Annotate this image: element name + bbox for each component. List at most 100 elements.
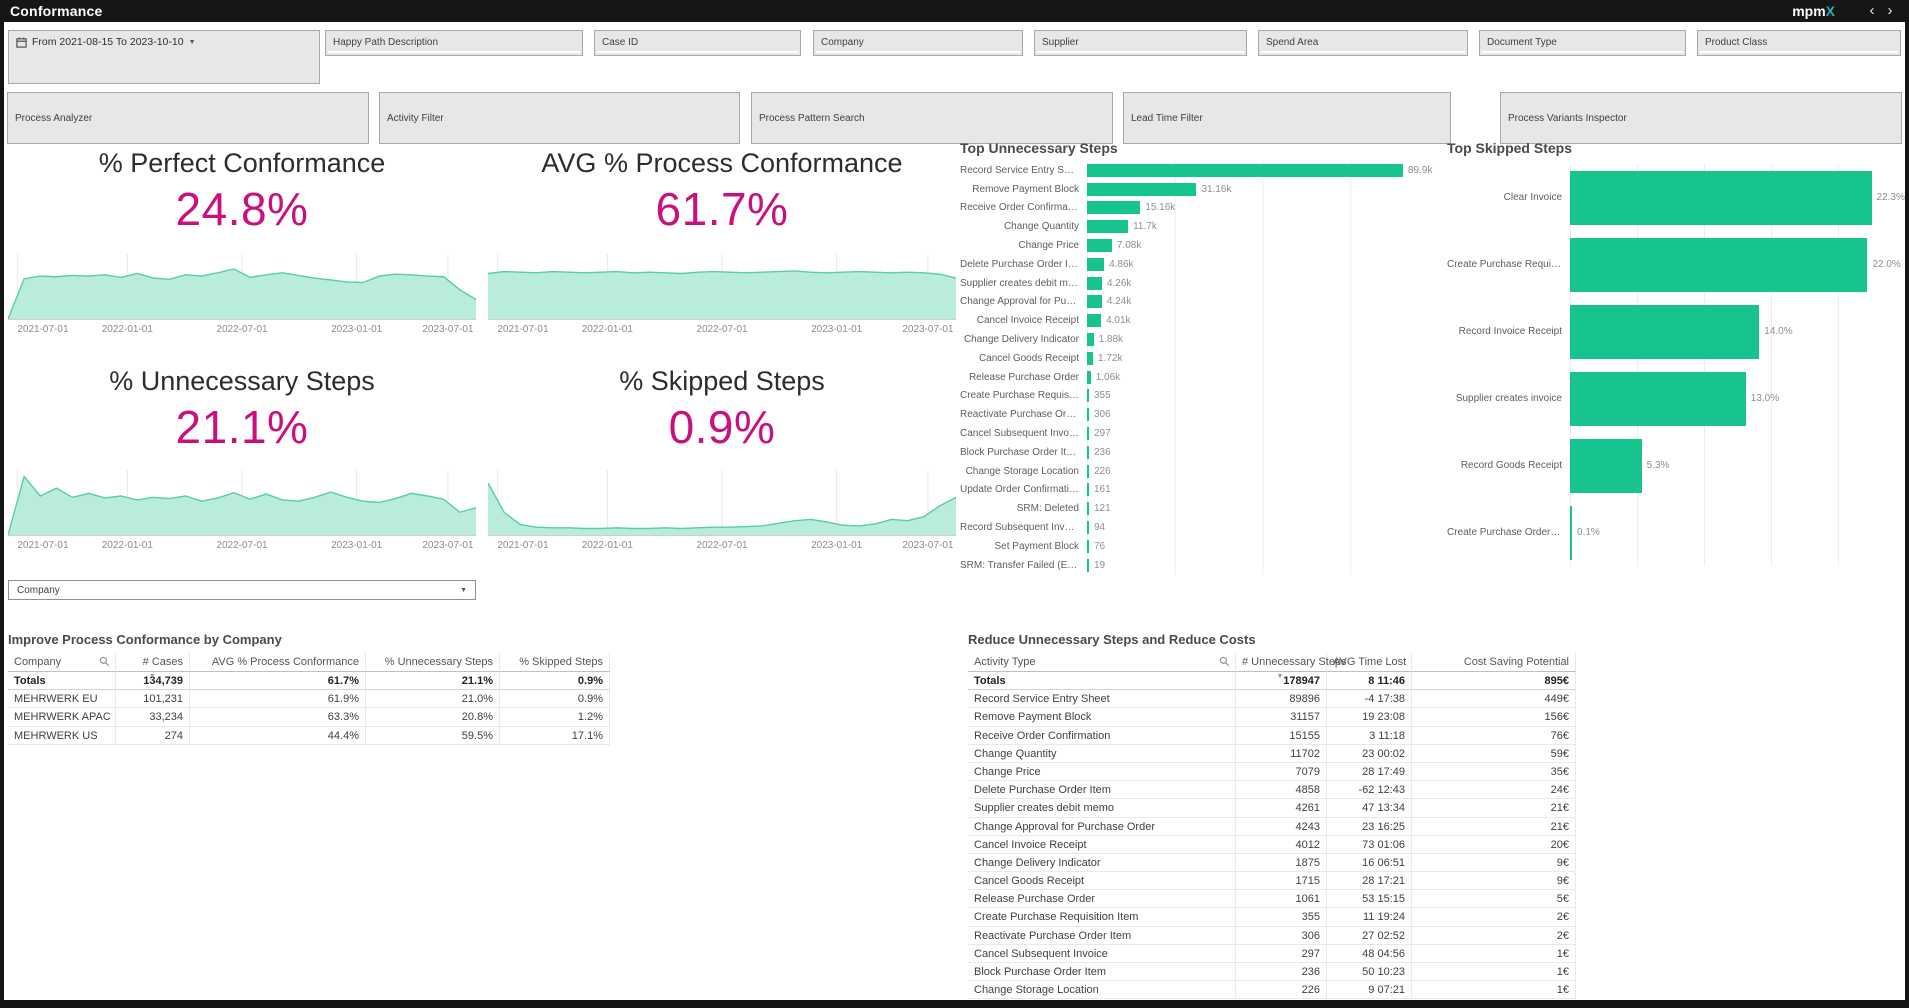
- search-icon[interactable]: [99, 656, 110, 667]
- table-cell[interactable]: 306: [1236, 926, 1327, 945]
- table-cell[interactable]: 20€: [1412, 835, 1576, 854]
- next-sheet-button[interactable]: ›: [1881, 1, 1899, 21]
- table-cell[interactable]: 16 06:51: [1327, 853, 1412, 873]
- table-cell[interactable]: 53 15:15: [1327, 890, 1412, 909]
- table-row[interactable]: Block Purchase Order Item 236 50 10:23 1€: [968, 963, 1593, 982]
- table-cell[interactable]: Cancel Goods Receipt: [968, 872, 1236, 891]
- tool-process-pattern-search[interactable]: Process Pattern Search: [751, 92, 1113, 144]
- table-cell[interactable]: 24€: [1412, 781, 1576, 800]
- table-cell[interactable]: Supplier creates debit memo: [968, 799, 1236, 818]
- table-cell[interactable]: 274: [116, 726, 190, 745]
- table-cell[interactable]: Totals: [968, 672, 1236, 691]
- bar[interactable]: [1087, 295, 1102, 309]
- table-cell[interactable]: 28 17:21: [1327, 872, 1412, 891]
- column-header[interactable]: Company: [8, 652, 116, 672]
- table-cell[interactable]: Cancel Subsequent Invoice: [968, 944, 1236, 963]
- table-cell[interactable]: 8 11:46: [1327, 672, 1412, 691]
- table-row[interactable]: Change Approval for Purchase Order 4243 23…: [968, 817, 1593, 836]
- table-row[interactable]: Delete Purchase Order Item 4858 -62 12:43 2…: [968, 781, 1593, 800]
- table-cell[interactable]: 156€: [1412, 708, 1576, 727]
- bar[interactable]: [1570, 371, 1746, 426]
- filter-happy-path-description[interactable]: Happy Path Description: [325, 30, 583, 56]
- table-cell[interactable]: Change Storage Location: [968, 981, 1236, 1000]
- table-cell[interactable]: 3 11:18: [1327, 726, 1412, 745]
- table-row[interactable]: Create Purchase Requisition Item 355 11 19…: [968, 908, 1593, 927]
- table-cell[interactable]: MEHRWERK US: [8, 726, 116, 745]
- table-cell[interactable]: 4261: [1236, 799, 1327, 818]
- bar[interactable]: [1087, 370, 1091, 384]
- table-cell[interactable]: 21€: [1412, 817, 1576, 836]
- table-cell[interactable]: 236: [1236, 963, 1327, 982]
- table-cell[interactable]: 61.7%: [190, 672, 366, 691]
- table-cell[interactable]: Receive Order Confirmation: [968, 726, 1236, 745]
- table-cell[interactable]: Totals: [8, 672, 116, 691]
- column-header[interactable]: AVG Time Lost: [1327, 652, 1412, 672]
- bar[interactable]: [1087, 201, 1141, 215]
- table-cell[interactable]: 76€: [1412, 726, 1576, 745]
- table-cell[interactable]: -62 12:43: [1327, 781, 1412, 800]
- table-cell[interactable]: Remove Payment Block: [968, 708, 1236, 727]
- bar[interactable]: [1087, 427, 1089, 441]
- bar[interactable]: [1087, 389, 1089, 403]
- table-cell[interactable]: Delete Purchase Order Item: [968, 781, 1236, 800]
- bar[interactable]: [1087, 445, 1089, 459]
- bar[interactable]: [1570, 438, 1642, 493]
- filter-supplier[interactable]: Supplier: [1034, 30, 1247, 56]
- column-header[interactable]: % Skipped Steps: [500, 652, 610, 672]
- table-cell[interactable]: 19 23:08: [1327, 708, 1412, 727]
- table-cell[interactable]: 4858: [1236, 781, 1327, 800]
- table-cell[interactable]: 297: [1236, 944, 1327, 963]
- table-row[interactable]: MEHRWERK US 274 44.4% 59.5% 17.1%: [8, 726, 620, 745]
- table-cell[interactable]: 28 17:49: [1327, 762, 1412, 782]
- bar[interactable]: [1087, 257, 1105, 271]
- bar[interactable]: [1087, 558, 1089, 572]
- table-row[interactable]: Cancel Invoice Receipt 4012 73 01:06 20€: [968, 835, 1593, 854]
- column-header[interactable]: Activity Type: [968, 652, 1236, 672]
- table-cell[interactable]: -4 17:38: [1327, 690, 1412, 709]
- table-cell[interactable]: Reactivate Purchase Order Item: [968, 926, 1236, 945]
- table-cell[interactable]: Create Purchase Requisition Item: [968, 908, 1236, 927]
- table-row[interactable]: Receive Order Confirmation 15155 3 11:18 76…: [968, 726, 1593, 745]
- table-cell[interactable]: 44.4%: [190, 726, 366, 745]
- table-cell[interactable]: 5€: [1412, 890, 1576, 909]
- table-cell[interactable]: 895€: [1412, 672, 1576, 691]
- company-dropdown[interactable]: Company ▼: [8, 580, 476, 600]
- table-cell[interactable]: Change Price: [968, 762, 1236, 782]
- sparkline-unnecessary-steps[interactable]: [8, 470, 476, 536]
- table-row[interactable]: MEHRWERK APAC 33,234 63.3% 20.8% 1.2%: [8, 708, 620, 727]
- bar[interactable]: [1570, 304, 1760, 359]
- search-icon[interactable]: [1219, 656, 1230, 667]
- tool-lead-time-filter[interactable]: Lead Time Filter: [1123, 92, 1451, 144]
- bar[interactable]: [1087, 314, 1102, 328]
- table-cell[interactable]: 11702: [1236, 744, 1327, 763]
- table-cell[interactable]: 20.8%: [366, 708, 500, 727]
- table-cell[interactable]: 21.1%: [366, 672, 500, 691]
- table-cell[interactable]: 33,234: [116, 708, 190, 727]
- table-row[interactable]: MEHRWERK EU 101,231 61.9% 21.0% 0.9%: [8, 690, 620, 709]
- table-cell[interactable]: MEHRWERK APAC: [8, 708, 116, 727]
- table-cell[interactable]: 23 16:25: [1327, 817, 1412, 836]
- table-cell[interactable]: 21€: [1412, 799, 1576, 818]
- table-row[interactable]: Reactivate Purchase Order Item 306 27 02:5…: [968, 926, 1593, 945]
- filter-case-id[interactable]: Case ID: [594, 30, 801, 56]
- table-row[interactable]: Remove Payment Block 31157 19 23:08 156€: [968, 708, 1593, 727]
- bar[interactable]: [1087, 239, 1112, 253]
- table-cell[interactable]: 1€: [1412, 981, 1576, 1000]
- table-cell[interactable]: 47 13:34: [1327, 799, 1412, 818]
- table-cell[interactable]: 1.2%: [500, 708, 610, 727]
- table-cell[interactable]: 23 00:02: [1327, 744, 1412, 763]
- bar[interactable]: [1570, 237, 1868, 292]
- date-range-filter[interactable]: From 2021-08-15 To 2023-10-10 ▼: [8, 30, 320, 84]
- filter-product-class[interactable]: Product Class: [1697, 30, 1901, 56]
- bar[interactable]: [1087, 502, 1089, 516]
- table-cell[interactable]: 1€: [1412, 944, 1576, 963]
- table-cell[interactable]: 2€: [1412, 926, 1576, 945]
- table-cell[interactable]: 15155: [1236, 726, 1327, 745]
- column-header[interactable]: AVG % Process Conformance: [190, 652, 366, 672]
- column-header[interactable]: % Unnecessary Steps: [366, 652, 500, 672]
- table-cell[interactable]: 355: [1236, 908, 1327, 927]
- bar[interactable]: [1087, 521, 1089, 535]
- sparkline-perfect-conformance[interactable]: [8, 254, 476, 320]
- table-cell[interactable]: 7079: [1236, 762, 1327, 782]
- table-cell[interactable]: MEHRWERK EU: [8, 690, 116, 709]
